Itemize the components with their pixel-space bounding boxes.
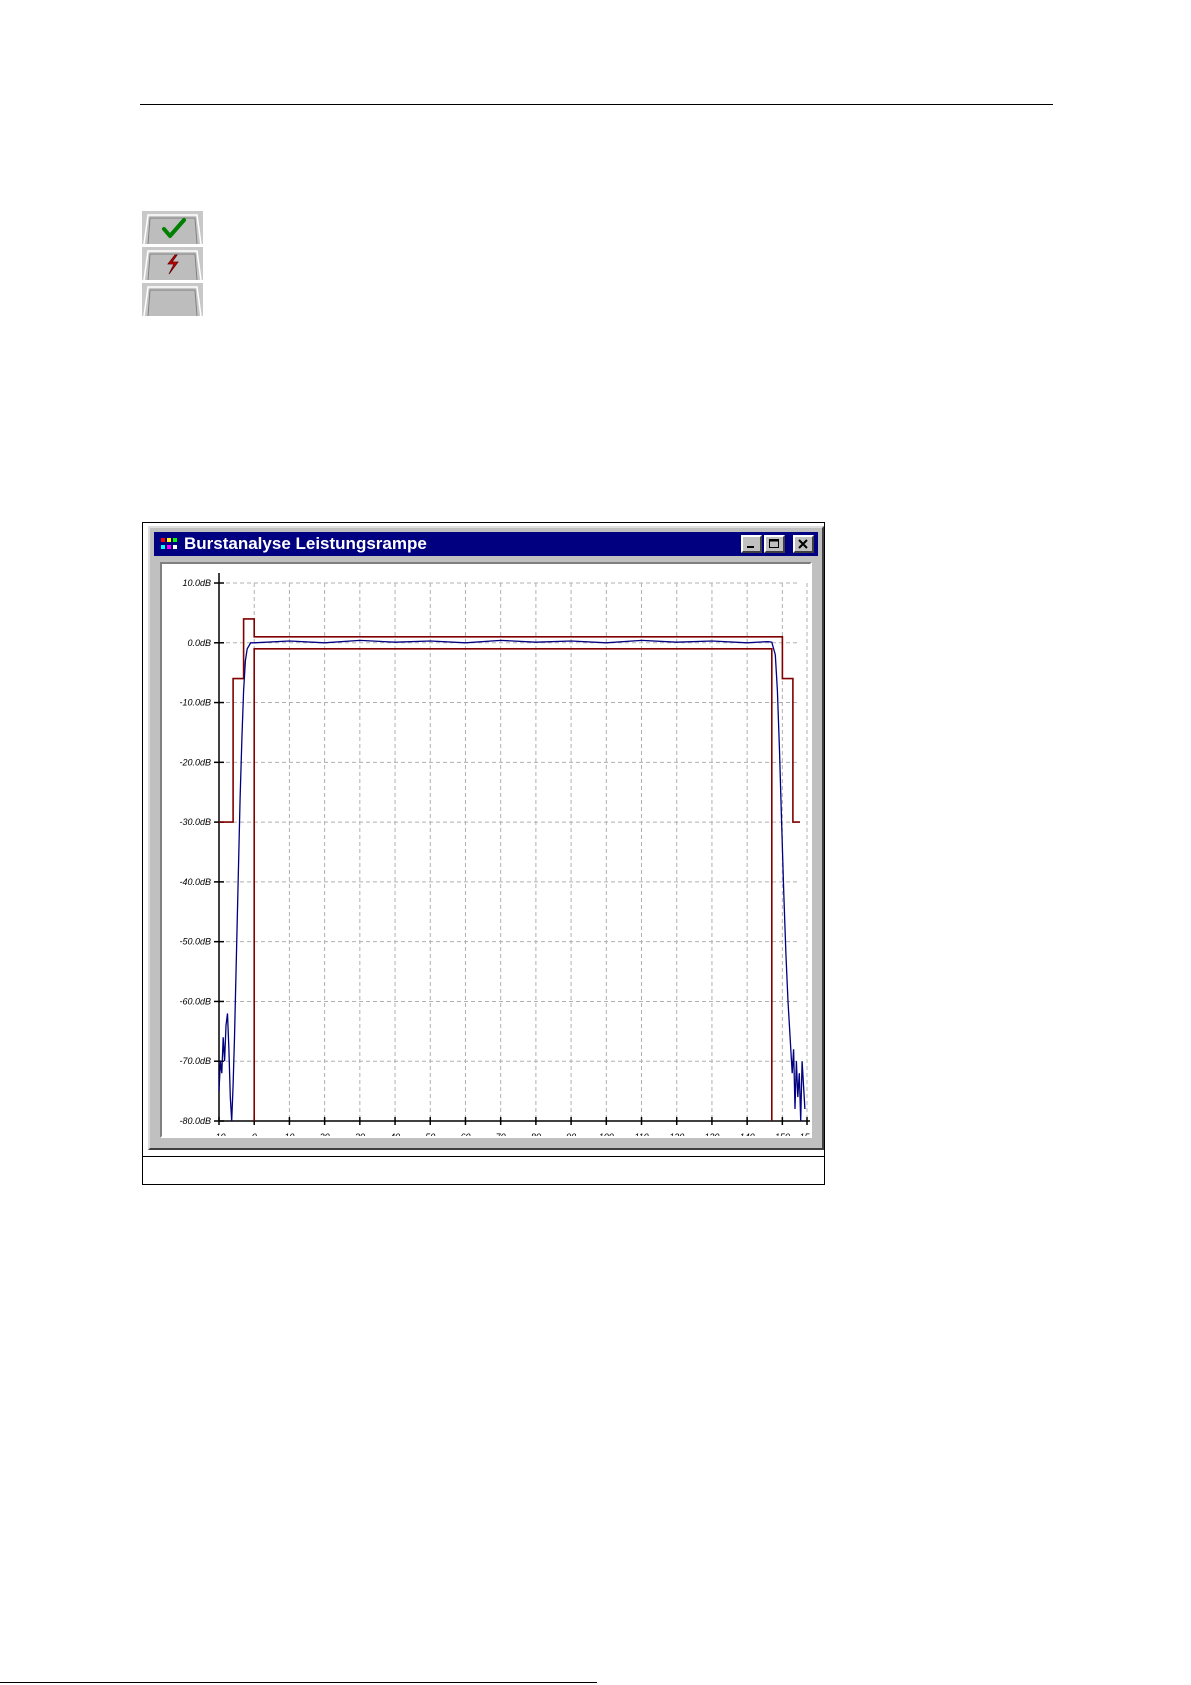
x-tick-label: 140 — [740, 1132, 755, 1136]
x-tick-label: 150 — [775, 1132, 790, 1136]
close-icon — [798, 539, 808, 549]
y-tick-label: -40.0dB — [179, 877, 211, 887]
axis-layer — [214, 573, 810, 1125]
maximize-button[interactable] — [764, 535, 785, 553]
y-tick-label: -20.0dB — [179, 757, 211, 767]
x-tick-label: -10 — [212, 1132, 225, 1136]
series-layer — [218, 618, 806, 1122]
grid-layer — [219, 582, 808, 1122]
x-tick-label: 120 — [669, 1132, 684, 1136]
label-layer: 10.0dB 0.0dB -10.0dB -20.0dB -30.0dB -40.0dB -… — [179, 578, 810, 1136]
burst-fail-icon — [142, 247, 203, 280]
x-tick-label: 0 — [252, 1132, 257, 1136]
y-tick-label: 10.0dB — [182, 578, 211, 588]
burst-power-ramp-chart: 10.0dB 0.0dB -10.0dB -20.0dB -30.0dB -40.0dB -… — [179, 573, 810, 1136]
y-tick-label: -80.0dB — [179, 1116, 211, 1126]
bottom-rule — [0, 1682, 597, 1683]
x-tick-label: 110 — [634, 1132, 648, 1136]
title-bar[interactable]: Burstanalyse Leistungsrampe — [154, 532, 818, 556]
x-tick-label: 20 — [319, 1132, 330, 1136]
top-rule — [140, 104, 1053, 105]
y-tick-label: 0.0dB — [187, 638, 211, 648]
window-title: Burstanalyse Leistungsrampe — [184, 534, 427, 553]
y-tick-label: -10.0dB — [179, 698, 211, 708]
burst-pass-icon — [142, 211, 203, 244]
maximize-icon — [769, 539, 779, 548]
x-tick-label: 100 — [599, 1132, 614, 1136]
x-tick-label: 80 — [531, 1132, 541, 1136]
figure-frame-divider — [142, 1156, 825, 1157]
app-icon — [161, 538, 177, 549]
burst-empty-icon — [142, 283, 203, 316]
x-tick-label: 157 — [799, 1132, 810, 1136]
measured-power-series — [218, 639, 806, 1122]
x-tick-label: 90 — [566, 1132, 576, 1136]
x-tick-label: 70 — [496, 1132, 506, 1136]
x-tick-label: 130 — [704, 1132, 719, 1136]
lower-limit-series — [253, 648, 773, 1121]
x-tick-label: 40 — [390, 1132, 400, 1136]
burst-analysis-window[interactable]: Burstanalyse Leistungsrampe 10.0dB 0.0dB -… — [148, 526, 824, 1150]
x-tick-label: 10 — [284, 1132, 294, 1136]
x-tick-label: 50 — [425, 1132, 435, 1136]
y-tick-label: -50.0dB — [179, 937, 211, 947]
minimize-icon — [747, 546, 754, 548]
minimize-button[interactable] — [741, 535, 762, 553]
plot-area: 10.0dB 0.0dB -10.0dB -20.0dB -30.0dB -40.0dB -… — [160, 562, 812, 1138]
y-tick-label: -30.0dB — [179, 817, 211, 827]
x-tick-label: 30 — [355, 1132, 365, 1136]
y-tick-label: -70.0dB — [179, 1056, 211, 1066]
y-tick-label: -60.0dB — [179, 996, 211, 1006]
close-button[interactable] — [793, 535, 814, 553]
x-tick-label: 60 — [460, 1132, 470, 1136]
